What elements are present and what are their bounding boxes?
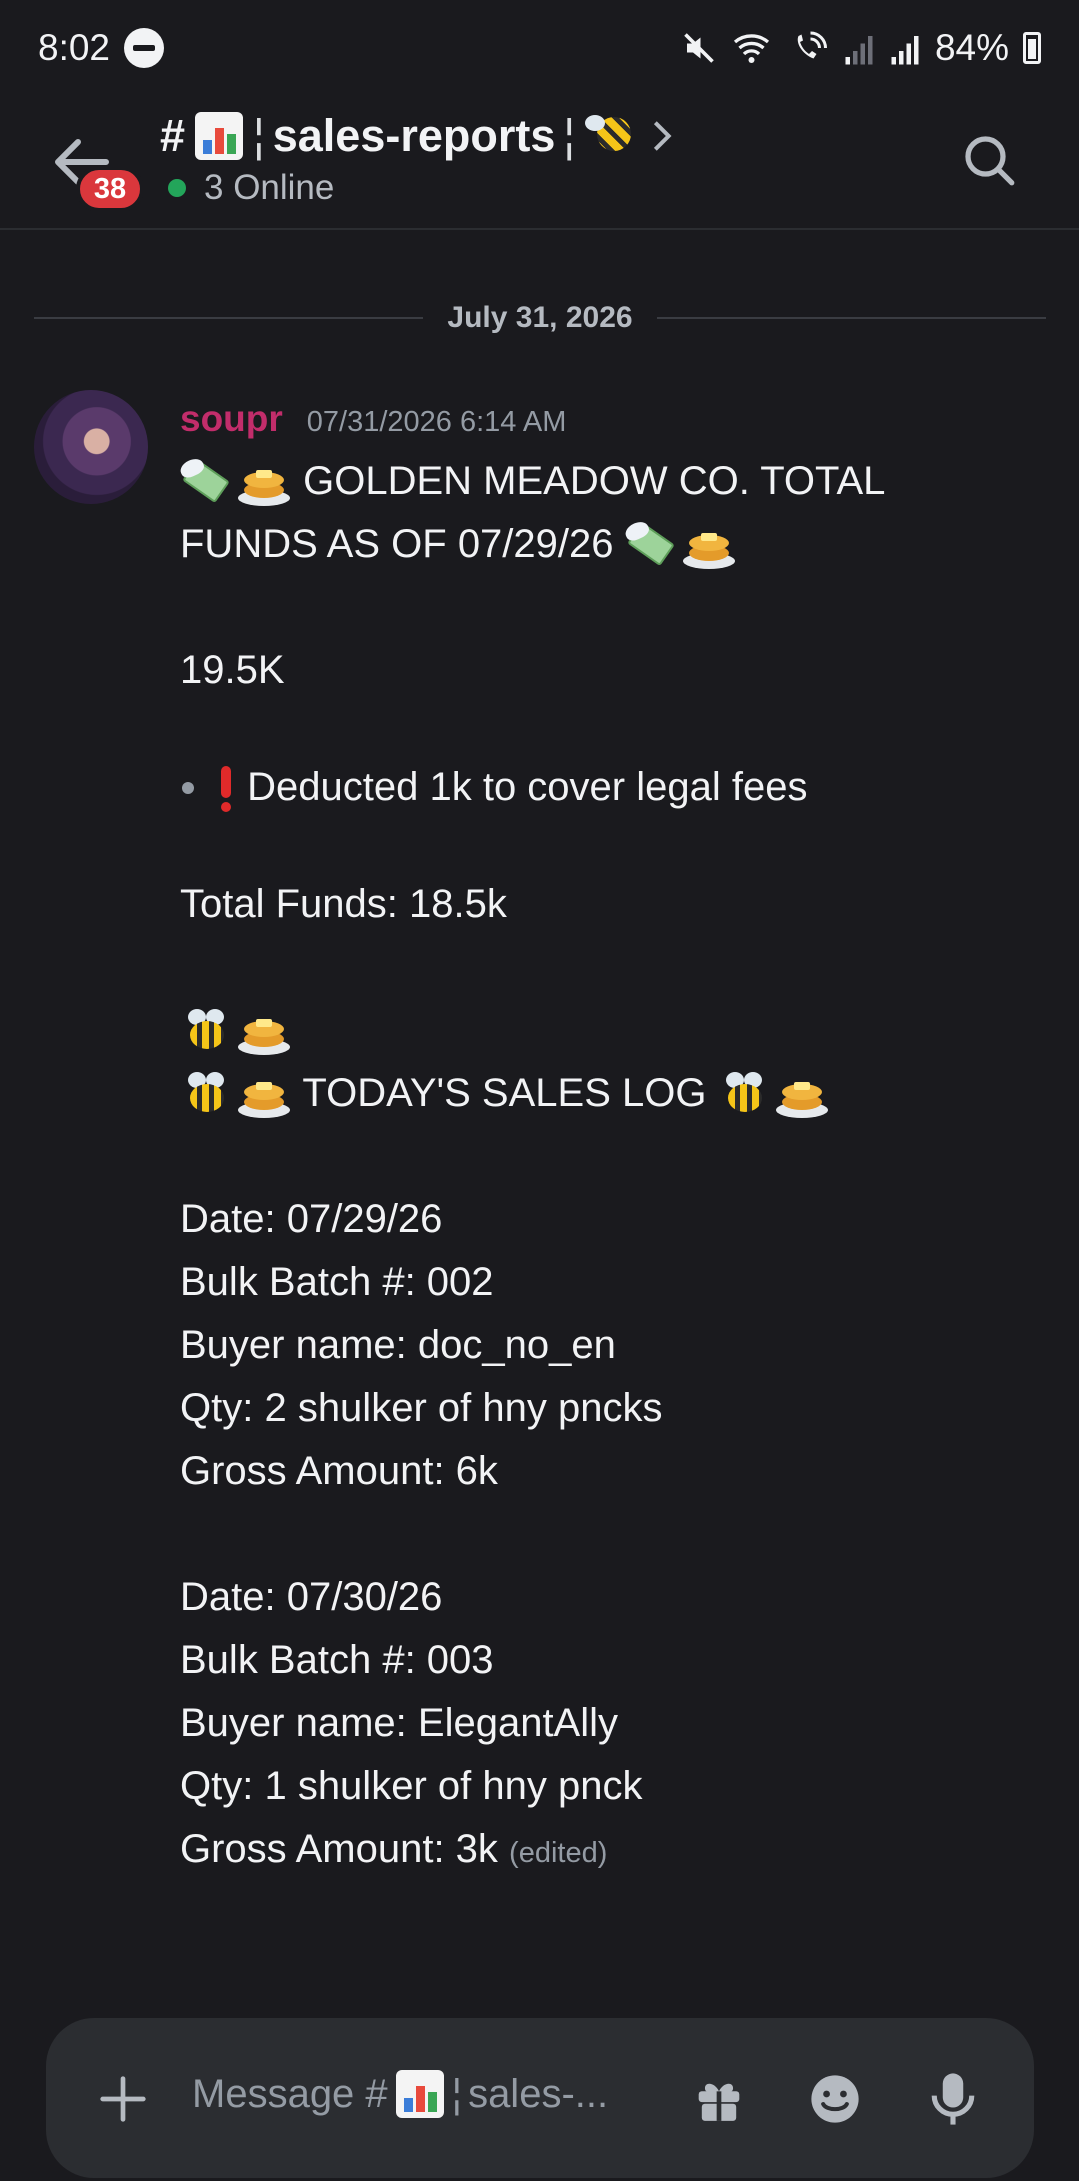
bee-icon — [180, 1070, 236, 1120]
message-header: soupr 07/31/2026 6:14 AM — [180, 398, 566, 440]
wifi-icon — [733, 34, 770, 63]
channel-hash-icon: # — [160, 110, 186, 161]
entry-qty: Qty: 1 shulker of hny pnck — [180, 1764, 643, 1808]
money-wings-icon — [622, 519, 681, 571]
status-time: 8:02 — [38, 27, 111, 68]
placeholder-separator: ¦ — [451, 2071, 463, 2116]
emoji-line — [180, 999, 1040, 1062]
dnd-icon — [124, 28, 165, 68]
emoji-icon[interactable] — [808, 2072, 862, 2126]
status-bar: 8:02 84% — [0, 0, 1079, 96]
entry-gross: Gross Amount: 3k — [180, 1827, 498, 1871]
pancakes-icon — [681, 521, 737, 571]
title-text-2: FUNDS AS OF 07/29/26 — [180, 522, 614, 566]
title-text-1: GOLDEN MEADOW CO. TOTAL — [303, 459, 886, 503]
channel-title[interactable]: # ¦ sales-reports ¦ — [160, 110, 677, 162]
avatar[interactable] — [34, 390, 148, 504]
placeholder-channel: sales-... — [468, 2071, 609, 2116]
exclamation-icon — [216, 764, 236, 814]
entry-date: Date: 07/29/26 — [180, 1197, 443, 1241]
signal-icon-2 — [891, 36, 919, 65]
bee-icon — [583, 111, 639, 161]
mute-icon — [684, 33, 714, 63]
date-divider: July 31, 2026 — [34, 296, 1046, 340]
bullet-text: Deducted 1k to cover legal fees — [247, 765, 808, 809]
author-name[interactable]: soupr — [180, 398, 283, 440]
unread-badge: 38 — [76, 166, 144, 212]
online-count: 3 Online — [204, 168, 335, 207]
pancakes-icon — [774, 1070, 830, 1120]
divider-line — [34, 317, 424, 319]
mic-icon[interactable] — [928, 2070, 978, 2128]
online-status: 3 Online — [168, 168, 334, 208]
entry-date: Date: 07/30/26 — [180, 1575, 443, 1619]
search-icon[interactable] — [961, 132, 1017, 188]
bullet-item: Deducted 1k to cover legal fees — [180, 756, 1040, 819]
channel-separator: ¦ — [253, 110, 265, 161]
plus-icon[interactable] — [98, 2074, 148, 2124]
entry-gross-line: Gross Amount: 3k (edited) — [180, 1818, 1040, 1885]
entry-buyer: Buyer name: ElegantAlly — [180, 1701, 619, 1745]
message-input[interactable]: Message # ¦ sales-... — [192, 2068, 608, 2120]
battery-percent: 84% — [934, 27, 1009, 68]
channel-separator-2: ¦ — [563, 110, 576, 161]
date-divider-text: July 31, 2026 — [447, 301, 633, 334]
bee-icon — [718, 1070, 774, 1120]
pancakes-icon — [236, 458, 292, 508]
divider-line — [656, 317, 1046, 319]
sales-log-text: TODAY'S SALES LOG — [302, 1071, 707, 1115]
message-timestamp: 07/31/2026 6:14 AM — [306, 406, 567, 438]
total-funds: Total Funds: 18.5k — [180, 882, 507, 926]
message-title-line: FUNDS AS OF 07/29/26 — [180, 513, 1040, 576]
edited-label: (edited) — [509, 1837, 608, 1869]
bullet-dot — [182, 781, 194, 794]
signal-icon — [845, 36, 873, 65]
entry-batch: Bulk Batch #: 003 — [180, 1638, 494, 1682]
entry-buyer: Buyer name: doc_no_en — [180, 1323, 616, 1367]
pancakes-icon — [236, 1007, 292, 1057]
entry-qty: Qty: 2 shulker of hny pncks — [180, 1386, 663, 1430]
bar-chart-icon — [193, 110, 245, 162]
chevron-right-icon — [653, 121, 672, 151]
entry-gross: Gross Amount: 6k — [180, 1449, 498, 1493]
pancakes-icon — [236, 1070, 292, 1120]
battery-icon — [1023, 32, 1041, 64]
message-content: GOLDEN MEADOW CO. TOTAL FUNDS AS OF 07/2… — [177, 450, 1040, 1885]
bee-icon — [180, 1007, 236, 1057]
message-title-line: GOLDEN MEADOW CO. TOTAL — [177, 450, 1040, 513]
channel-name: sales-reports — [272, 110, 556, 161]
entry-batch: Bulk Batch #: 002 — [180, 1260, 494, 1304]
placeholder-prefix: Message # — [192, 2071, 388, 2116]
channel-header: 38 # ¦ sales-reports ¦ 3 Online — [0, 96, 1079, 230]
money-wings-icon — [177, 456, 236, 508]
online-dot-icon — [168, 179, 186, 197]
gift-icon[interactable] — [694, 2074, 744, 2124]
sales-log-title: TODAY'S SALES LOG — [180, 1062, 1040, 1125]
bar-chart-icon — [394, 2068, 446, 2120]
funds-amount: 19.5K — [180, 648, 285, 692]
message-composer: Message # ¦ sales-... — [46, 2018, 1034, 2178]
wifi-calling-icon — [797, 31, 827, 59]
